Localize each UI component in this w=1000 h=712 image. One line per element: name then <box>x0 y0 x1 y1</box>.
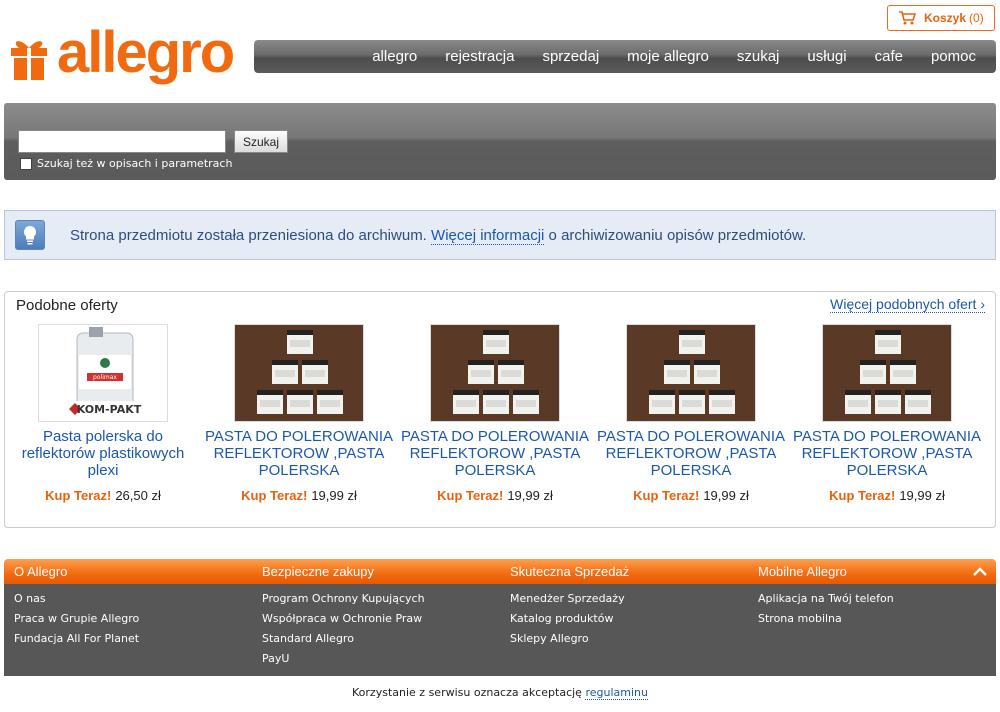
price-value: 19,99 zł <box>507 488 553 503</box>
price-value: 19,99 zł <box>703 488 749 503</box>
more-info-link[interactable]: Więcej informacji <box>431 226 545 245</box>
footer-column-title: Mobilne Allegro <box>758 564 847 579</box>
footer-link[interactable]: Fundacja All For Planet <box>14 631 139 651</box>
offer-image[interactable] <box>234 324 364 422</box>
search-input[interactable] <box>18 130 226 153</box>
nav-sprzedaj[interactable]: sprzedaj <box>542 48 599 65</box>
footer-link[interactable]: Współpraca w Ochronie Praw <box>262 611 425 631</box>
price-value: 19,99 zł <box>311 488 357 503</box>
nav-rejestracja[interactable]: rejestracja <box>445 48 514 65</box>
offer-name[interactable]: PASTA DO POLEROWANIA REFLEKTOROW ,PASTA … <box>593 428 789 479</box>
buy-now-label[interactable]: Kup Teraz! <box>437 488 503 503</box>
footer-column-title: Bezpieczne zakupy <box>262 564 375 579</box>
offer-image[interactable] <box>626 324 756 422</box>
offer-card[interactable]: PASTA DO POLEROWANIA REFLEKTOROW ,PASTA … <box>201 324 397 503</box>
buy-now-label[interactable]: Kup Teraz! <box>45 488 111 503</box>
cart-icon <box>899 11 916 25</box>
buy-now-label[interactable]: Kup Teraz! <box>241 488 307 503</box>
footer-link[interactable]: Program Ochrony Kupujących <box>262 591 425 611</box>
archive-info-text: Strona przedmiotu została przeniesiona d… <box>70 226 807 245</box>
footer-column-title: Skuteczna Sprzedaż <box>510 564 630 579</box>
info-text-after: o archiwizowaniu opisów przedmiotów. <box>544 226 807 244</box>
footer-link[interactable]: Sklepy Allegro <box>510 631 625 651</box>
offer-card[interactable]: polimax KOM-PAKT Pasta polerska do refle… <box>5 324 201 503</box>
footer-link[interactable]: Standard Allegro <box>262 631 425 651</box>
footer-column-title: O Allegro <box>14 564 68 579</box>
footer-link[interactable]: Strona mobilna <box>758 611 894 631</box>
offer-name[interactable]: Pasta polerska do reflektorów plastikowy… <box>5 428 201 479</box>
offer-name[interactable]: PASTA DO POLEROWANIA REFLEKTOROW ,PASTA … <box>397 428 593 479</box>
terms-link[interactable]: regulaminu <box>585 686 648 700</box>
price-value: 19,99 zł <box>899 488 945 503</box>
terms-notice: Korzystanie z serwisu oznacza akceptację… <box>0 686 1000 700</box>
footer-link[interactable]: Praca w Grupie Allegro <box>14 611 139 631</box>
offer-name[interactable]: PASTA DO POLEROWANIA REFLEKTOROW ,PASTA … <box>789 428 985 479</box>
nav-uslugi[interactable]: usługi <box>807 48 846 65</box>
archive-info-banner: Strona przedmiotu została przeniesiona d… <box>4 210 996 260</box>
search-button[interactable]: Szukaj <box>234 130 288 153</box>
offer-name[interactable]: PASTA DO POLEROWANIA REFLEKTOROW ,PASTA … <box>201 428 397 479</box>
offer-card[interactable]: PASTA DO POLEROWANIA REFLEKTOROW ,PASTA … <box>397 324 593 503</box>
nav-cafe[interactable]: cafe <box>875 48 903 65</box>
main-nav: allegro rejestracja sprzedaj moje allegr… <box>254 40 996 73</box>
terms-text: Korzystanie z serwisu oznacza akceptację <box>352 686 586 699</box>
similar-offers-title: Podobne oferty <box>16 297 118 314</box>
info-text-before: Strona przedmiotu została przeniesiona d… <box>70 226 432 244</box>
footer-link[interactable]: Menedżer Sprzedaży <box>510 591 625 611</box>
logo-text: allegro <box>57 20 235 85</box>
lightbulb-icon <box>15 220 45 250</box>
cart-count: (0) <box>969 11 984 25</box>
footer-link[interactable]: O nas <box>14 591 139 611</box>
nav-moje-allegro[interactable]: moje allegro <box>627 48 709 65</box>
cart-label: Koszyk <box>924 11 967 25</box>
offer-card[interactable]: PASTA DO POLEROWANIA REFLEKTOROW ,PASTA … <box>789 324 985 503</box>
chevron-up-icon[interactable] <box>972 565 988 577</box>
gift-icon <box>11 41 47 80</box>
buy-now-label[interactable]: Kup Teraz! <box>633 488 699 503</box>
footer-link[interactable]: PayU <box>262 651 425 671</box>
search-descriptions-option[interactable]: Szukaj też w opisach i parametrach <box>20 157 232 170</box>
search-descriptions-label: Szukaj też w opisach i parametrach <box>37 157 233 170</box>
nav-szukaj[interactable]: szukaj <box>737 48 780 65</box>
offer-price: Kup Teraz! 19,99 zł <box>397 488 593 503</box>
nav-pomoc[interactable]: pomoc <box>931 48 976 65</box>
cart-button[interactable]: Koszyk (0) <box>887 5 995 31</box>
footer-link[interactable]: Katalog produktów <box>510 611 625 631</box>
footer-header <box>4 559 996 584</box>
offer-image[interactable] <box>822 324 952 422</box>
search-band: Szukaj Szukaj też w opisach i parametrac… <box>4 103 996 180</box>
bottle-brand: polimax <box>93 374 117 381</box>
offer-price: Kup Teraz! 19,99 zł <box>201 488 397 503</box>
buy-now-label[interactable]: Kup Teraz! <box>829 488 895 503</box>
footer: O Allegro O nas Praca w Grupie Allegro F… <box>4 564 996 676</box>
similar-offers: Podobne oferty Więcej podobnych ofert › … <box>4 291 996 528</box>
offer-price: Kup Teraz! 19,99 zł <box>789 488 985 503</box>
offer-card[interactable]: PASTA DO POLEROWANIA REFLEKTOROW ,PASTA … <box>593 324 789 503</box>
more-similar-offers-link[interactable]: Więcej podobnych ofert › <box>830 296 985 313</box>
bottle-logo: KOM-PAKT <box>77 403 142 416</box>
nav-allegro[interactable]: allegro <box>372 48 417 65</box>
offer-price: Kup Teraz! 26,50 zł <box>5 488 201 503</box>
allegro-logo[interactable]: allegro <box>9 20 239 88</box>
offer-image[interactable] <box>430 324 560 422</box>
offer-price: Kup Teraz! 19,99 zł <box>593 488 789 503</box>
footer-link[interactable]: Aplikacja na Twój telefon <box>758 591 894 611</box>
offer-image[interactable]: polimax KOM-PAKT <box>38 324 168 422</box>
price-value: 26,50 zł <box>115 488 161 503</box>
search-descriptions-checkbox[interactable] <box>20 157 32 170</box>
